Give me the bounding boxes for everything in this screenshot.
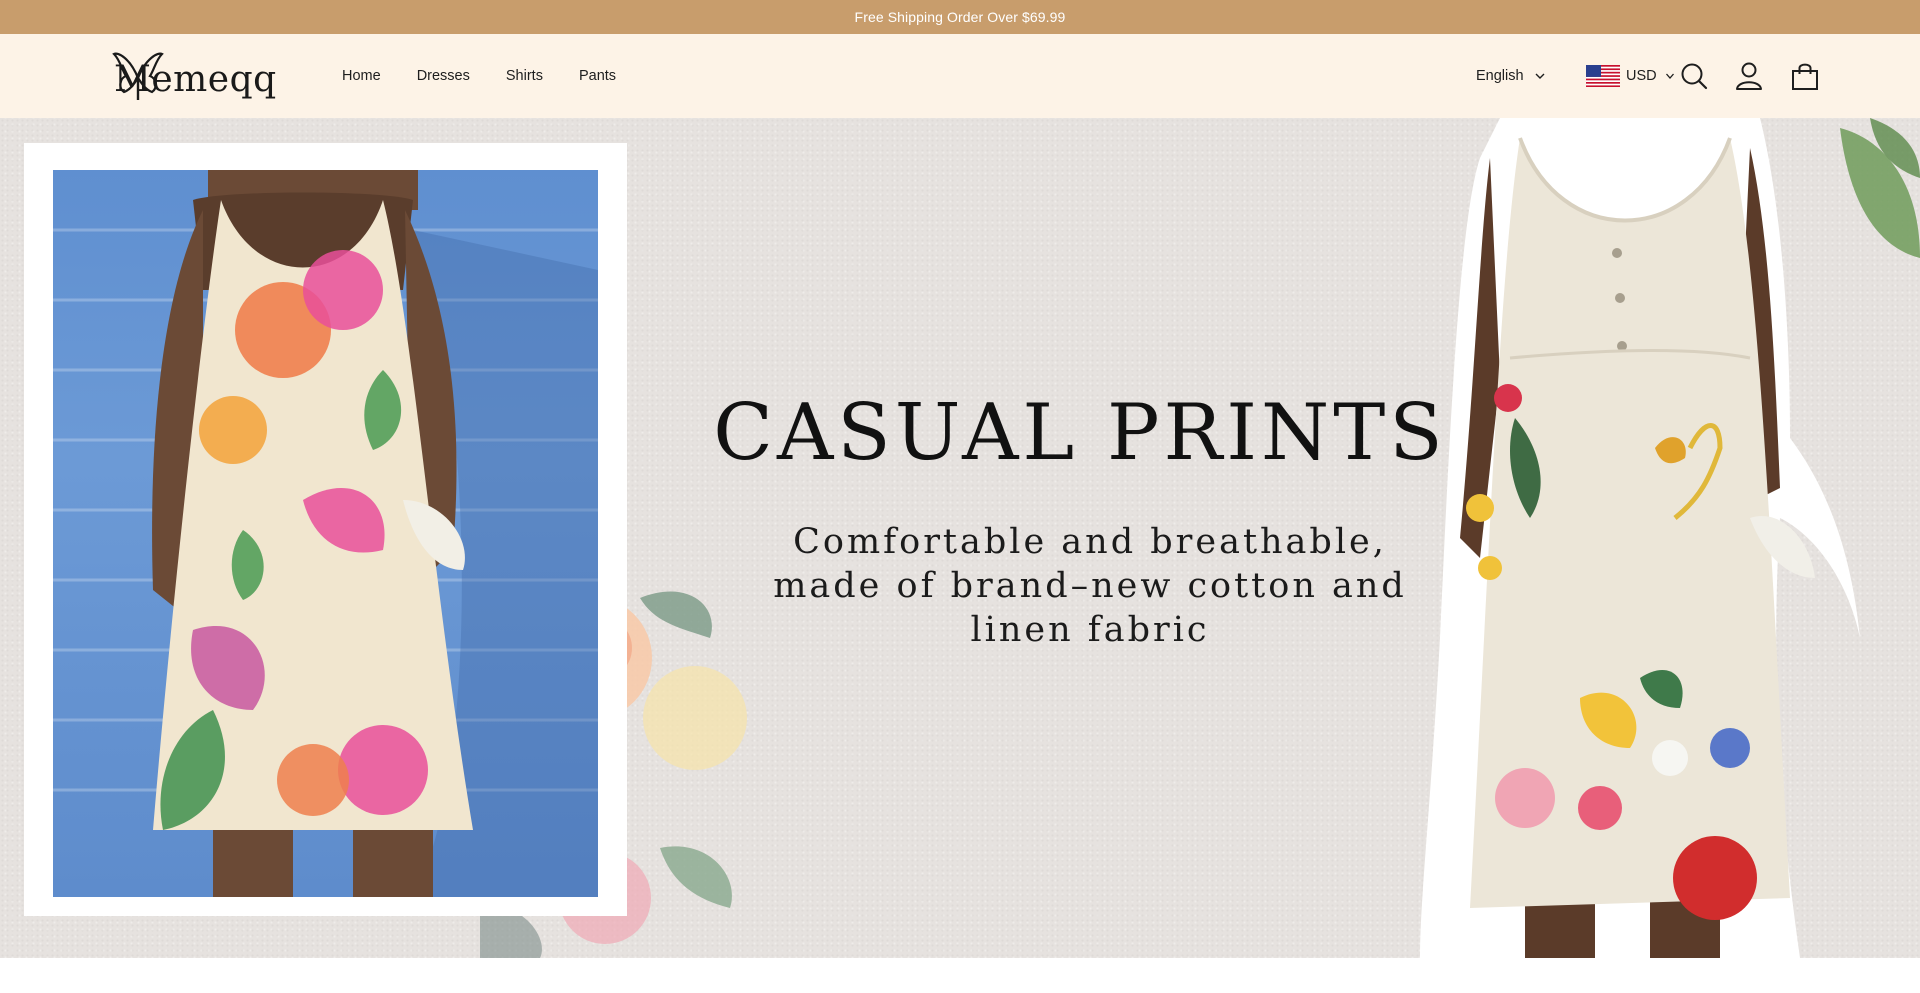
page-below-fold: [0, 958, 1920, 993]
nav-shirts[interactable]: Shirts: [506, 68, 543, 84]
logo[interactable]: Memeqq: [112, 48, 277, 102]
hero-banner[interactable]: CASUAL PRINTS Comfortable and breathable…: [0, 118, 1920, 958]
main-nav: Home Dresses Shirts Pants: [342, 34, 652, 118]
nav-pants[interactable]: Pants: [579, 68, 616, 84]
us-flag-icon: [1586, 65, 1620, 87]
site-header: Memeqq Home Dresses Shirts Pants English…: [0, 34, 1920, 118]
model-cream-floral-dress-image: [1420, 118, 1860, 958]
hero-subline: Comfortable and breathable, made of bran…: [773, 522, 1407, 650]
nav-home[interactable]: Home: [342, 68, 381, 84]
butterfly-logo-icon: [112, 52, 164, 100]
search-icon[interactable]: [1678, 60, 1710, 92]
chevron-down-icon: [1535, 73, 1545, 79]
language-label: English: [1476, 68, 1524, 84]
nav-dresses[interactable]: Dresses: [417, 68, 470, 84]
currency-selector[interactable]: USD: [1586, 34, 1675, 118]
announcement-text: Free Shipping Order Over $69.99: [854, 9, 1066, 25]
product-photo: [53, 170, 598, 897]
cart-icon[interactable]: [1789, 60, 1821, 92]
account-icon[interactable]: [1733, 60, 1765, 92]
currency-label: USD: [1626, 68, 1657, 84]
chevron-down-icon: [1665, 73, 1674, 79]
language-selector[interactable]: English: [1476, 34, 1546, 118]
hero-headline: CASUAL PRINTS: [713, 388, 1447, 478]
announcement-bar: Free Shipping Order Over $69.99: [0, 0, 1920, 34]
leaf-decoration-image: [1840, 118, 1920, 258]
product-photo-card[interactable]: [24, 143, 627, 916]
model-floral-dress-image: [53, 170, 598, 897]
